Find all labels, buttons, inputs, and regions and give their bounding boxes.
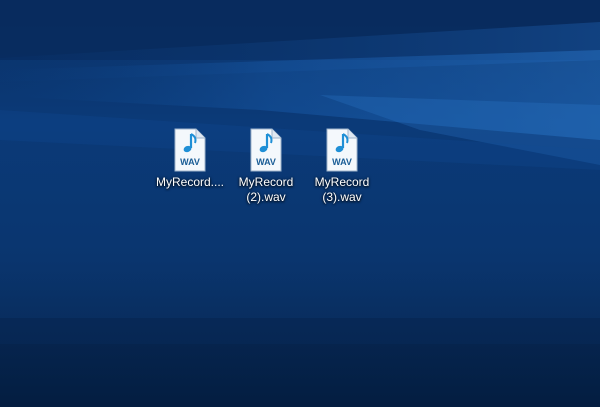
file-name-label: MyRecord.... <box>155 175 224 189</box>
desktop-file-icon[interactable]: WAV MyRecord.... <box>151 128 229 190</box>
desktop-file-icon[interactable]: WAV MyRecord (2).wav <box>227 128 305 205</box>
wav-file-icon: WAV <box>326 128 358 172</box>
file-name-label: MyRecord (2).wav <box>238 175 294 204</box>
wav-badge: WAV <box>180 157 200 167</box>
desktop[interactable]: WAV MyRecord.... WAV MyRecord (2).wav WA… <box>0 0 600 407</box>
wav-file-icon: WAV <box>250 128 282 172</box>
wav-file-icon: WAV <box>174 128 206 172</box>
wav-badge: WAV <box>332 157 352 167</box>
file-name-label: MyRecord (3).wav <box>314 175 370 204</box>
desktop-file-icon[interactable]: WAV MyRecord (3).wav <box>303 128 381 205</box>
wav-badge: WAV <box>256 157 276 167</box>
